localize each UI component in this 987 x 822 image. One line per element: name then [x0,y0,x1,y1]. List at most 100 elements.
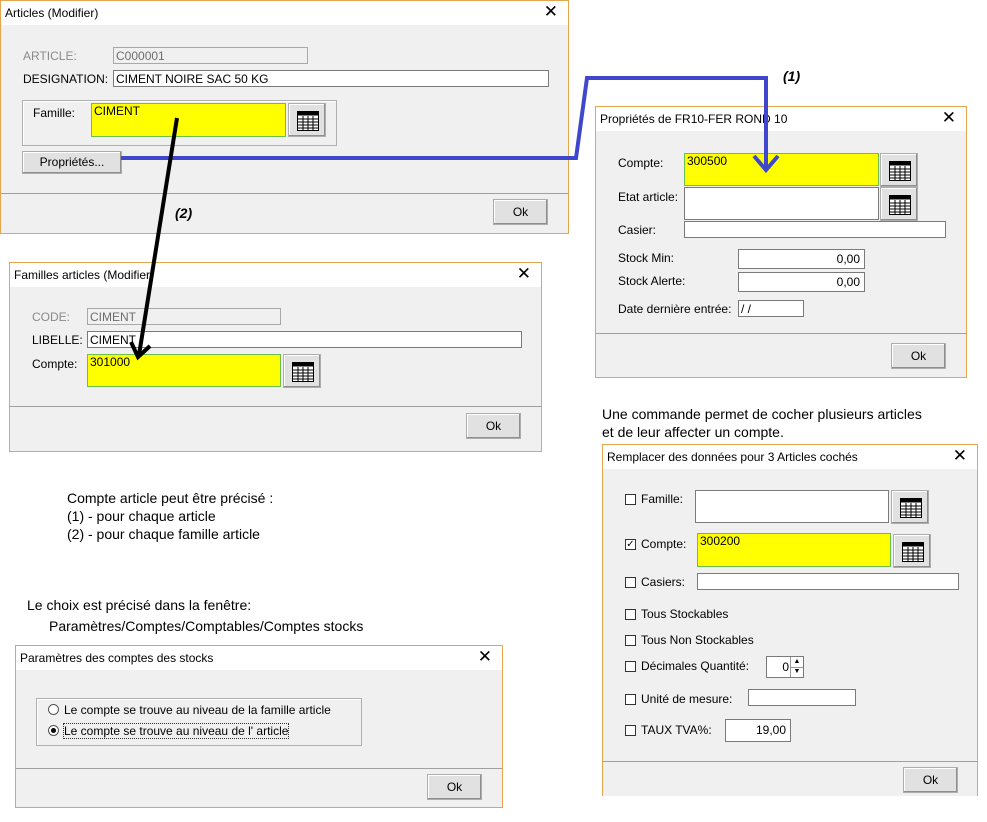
tva-field[interactable]: 19,00 [725,719,791,742]
titlebar: Familles articles (Modifier) ✕ [10,263,541,287]
tous-non-stockables-label: Tous Non Stockables [641,633,754,647]
compte-checkbox[interactable]: ✓ [625,539,636,550]
libelle-field[interactable]: CIMENT [87,331,522,348]
window-title: Articles (Modifier) [5,6,99,20]
etat-article-label: Etat article: [618,190,679,204]
ok-button[interactable]: Ok [427,774,482,800]
grid-icon [889,161,911,181]
compte-field[interactable]: 300200 [697,533,891,567]
compte-lookup-button[interactable] [283,354,321,388]
note-line: Paramètres/Comptes/Comptables/Comptes st… [49,618,364,634]
divider [596,333,966,334]
designation-field[interactable]: CIMENT NOIRE SAC 50 KG [113,70,549,87]
article-label: ARTICLE: [23,49,77,63]
code-field[interactable]: CIMENT [87,308,281,325]
famille-lookup-button[interactable] [891,490,929,524]
ok-button[interactable]: Ok [903,767,958,793]
divider [1,193,568,194]
titlebar: Articles (Modifier) ✕ [1,1,568,25]
decimales-checkbox[interactable] [625,661,636,672]
window-title: Familles articles (Modifier) [14,268,155,282]
proprietes-window: Propriétés de FR10-FER ROND 10 ✕ Compte:… [595,106,967,378]
compte-label: Compte: [618,156,664,170]
remplacer-window: Remplacer des données pour 3 Articles co… [602,444,978,796]
divider [603,761,977,762]
compte-label: Compte: [32,357,78,371]
radio-article[interactable] [48,725,59,736]
note-choix: Le choix est précisé dans la fenêtre: Pa… [27,595,363,637]
famille-checkbox[interactable] [625,494,636,505]
decimales-value: 0 [782,660,789,674]
note-line: Le choix est précisé dans la fenêtre: [27,597,252,613]
tous-stockables-label: Tous Stockables [641,607,729,621]
compte-lookup-button[interactable] [880,153,918,187]
window-title: Propriétés de FR10-FER ROND 10 [600,112,788,126]
tous-stockables-checkbox[interactable] [625,609,636,620]
parametres-window: Paramètres des comptes des stocks ✕ Le c… [15,645,503,808]
note-line: Compte article peut être précisé : [67,490,274,506]
article-code-field[interactable]: C000001 [113,47,308,64]
famille-label: Famille: [33,106,76,120]
ok-button[interactable]: Ok [493,199,548,225]
famille-lookup-button[interactable] [288,103,326,137]
note-line: et de leur affecter un compte. [602,424,784,440]
stock-alerte-field[interactable]: 0,00 [738,272,865,292]
spin-down-icon[interactable]: ▼ [790,667,803,677]
stock-min-field[interactable]: 0,00 [738,249,865,269]
casiers-field[interactable] [697,573,959,590]
stock-alerte-label: Stock Alerte: [618,274,686,288]
window-title: Paramètres des comptes des stocks [20,651,214,665]
grid-icon [902,542,924,562]
unite-label: Unité de mesure: [641,692,733,706]
grid-icon [292,362,314,382]
grid-icon [900,498,922,518]
grid-icon [297,111,319,131]
tous-non-stockables-checkbox[interactable] [625,635,636,646]
titlebar: Propriétés de FR10-FER ROND 10 ✕ [596,107,966,131]
familles-window: Familles articles (Modifier) ✕ CODE: CIM… [9,262,542,452]
etat-article-field[interactable] [684,187,879,220]
grid-icon [889,195,911,215]
ok-button[interactable]: Ok [891,343,946,369]
radio-famille[interactable] [48,704,59,715]
compte-field[interactable]: 300500 [684,153,879,186]
famille-field[interactable] [695,490,889,523]
unite-field[interactable] [748,689,856,706]
tva-checkbox[interactable] [625,725,636,736]
casier-label: Casier: [618,223,657,237]
close-icon[interactable]: ✕ [517,265,531,283]
close-icon[interactable]: ✕ [478,648,492,666]
compte-field[interactable]: 301000 [87,354,281,387]
option-famille-label: Le compte se trouve au niveau de la fami… [64,703,331,717]
annotation-two: (2) [175,205,193,221]
note-line: (1) - pour chaque article [67,508,216,524]
casiers-label: Casiers: [641,575,686,589]
note-line: (2) - pour chaque famille article [67,526,260,542]
articles-window: Articles (Modifier) ✕ ARTICLE: C000001 D… [0,0,569,234]
unite-checkbox[interactable] [625,694,636,705]
proprietes-button[interactable]: Propriétés... [22,151,122,174]
casiers-checkbox[interactable] [625,577,636,588]
note-line: Une commande permet de cocher plusieurs … [602,406,922,422]
titlebar: Remplacer des données pour 3 Articles co… [603,445,977,469]
tva-label: TAUX TVA%: [641,723,712,737]
divider [10,406,541,407]
close-icon[interactable]: ✕ [953,447,967,465]
decimales-spinner[interactable]: 0 ▲ ▼ [766,656,804,678]
stock-min-label: Stock Min: [618,251,675,265]
famille-field[interactable]: CIMENT [91,103,286,137]
close-icon[interactable]: ✕ [544,3,558,21]
date-field[interactable]: / / [738,300,804,317]
compte-lookup-button[interactable] [893,534,931,568]
code-label: CODE: [32,310,71,324]
window-title: Remplacer des données pour 3 Articles co… [607,450,858,464]
compte-label: Compte: [641,537,687,551]
ok-button[interactable]: Ok [466,413,521,439]
casier-field[interactable] [684,221,946,238]
titlebar: Paramètres des comptes des stocks ✕ [16,646,502,670]
close-icon[interactable]: ✕ [942,109,956,127]
etat-lookup-button[interactable] [880,187,918,221]
libelle-label: LIBELLE: [32,333,83,347]
option-article-label: Le compte se trouve au niveau de l' arti… [62,723,290,739]
designation-label: DESIGNATION: [23,72,109,86]
